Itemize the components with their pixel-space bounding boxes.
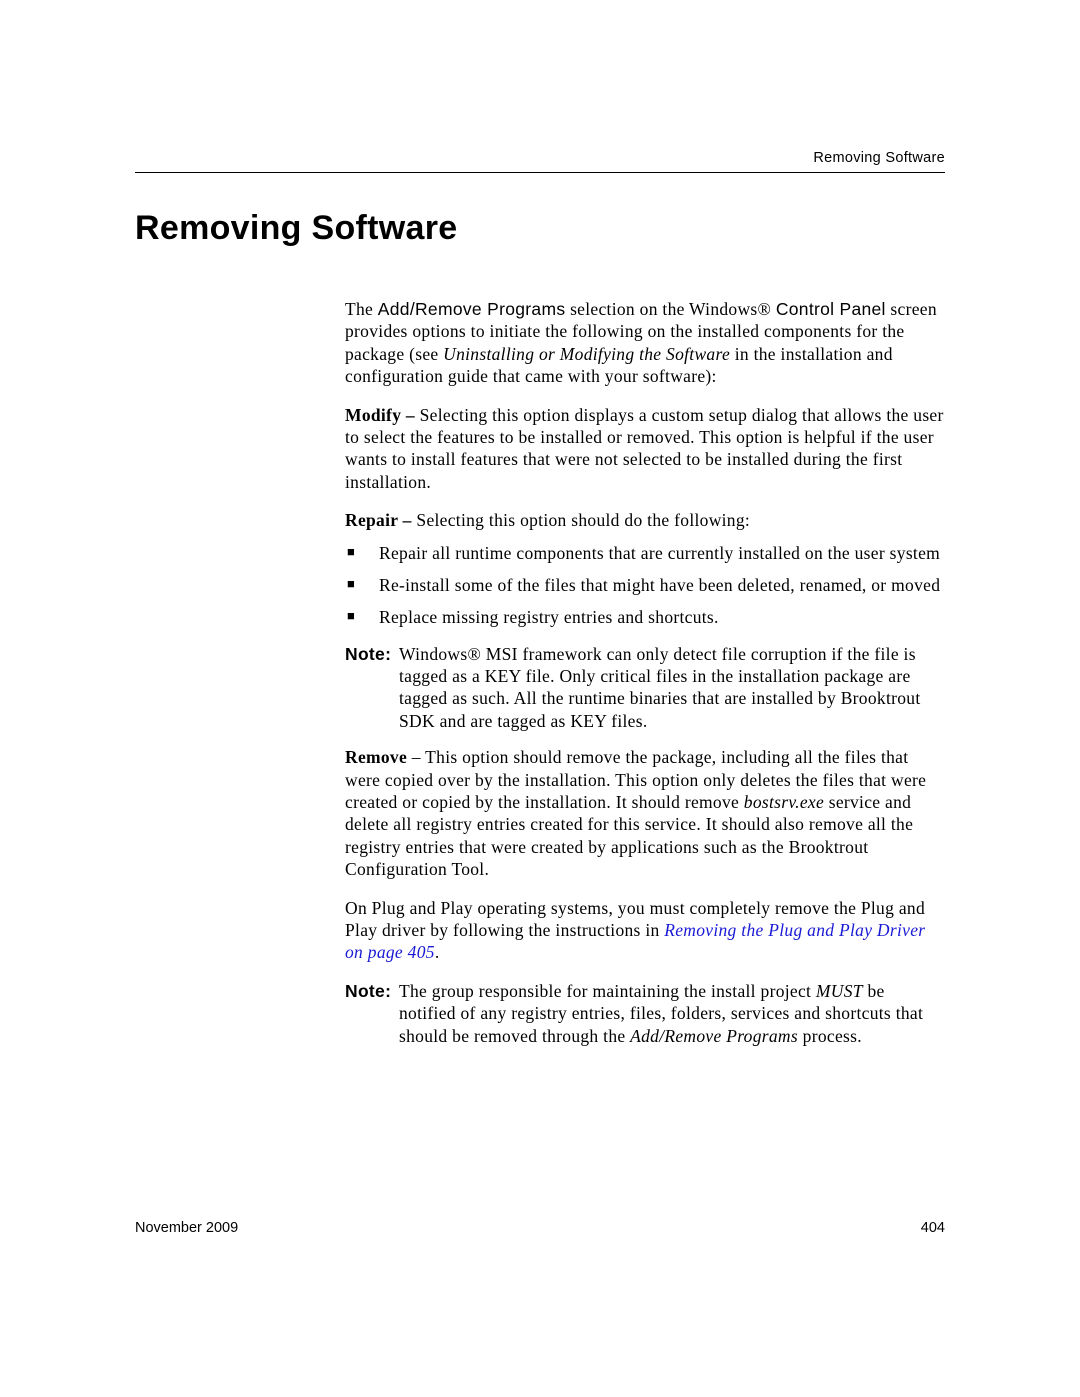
- note-block-1: Note: Windows® MSI framework can only de…: [345, 643, 945, 733]
- repair-label: Repair –: [345, 510, 412, 530]
- note2-proc: Add/Remove Programs: [630, 1026, 798, 1046]
- note-text: Windows® MSI framework can only detect f…: [399, 644, 921, 731]
- modify-text: Selecting this option displays a custom …: [345, 405, 944, 492]
- footer-page-number: 404: [921, 1220, 945, 1236]
- repair-text: Selecting this option should do the foll…: [412, 510, 750, 530]
- pnp-paragraph: On Plug and Play operating systems, you …: [345, 897, 945, 964]
- note2-text3: process.: [798, 1026, 862, 1046]
- remove-label: Remove: [345, 747, 407, 767]
- modify-paragraph: Modify – Selecting this option displays …: [345, 404, 945, 494]
- remove-dash: –: [407, 747, 425, 767]
- repair-list: Repair all runtime components that are c…: [345, 542, 945, 629]
- intro-controlpanel: Control Panel: [776, 299, 886, 319]
- list-item: Repair all runtime components that are c…: [345, 542, 945, 564]
- list-item: Re-install some of the files that might …: [345, 574, 945, 596]
- intro-ref: Uninstalling or Modifying the Software: [443, 344, 730, 364]
- list-item: Replace missing registry entries and sho…: [345, 606, 945, 628]
- intro-addremove: Add/Remove Programs: [378, 299, 566, 319]
- intro-text-mid: selection on the Windows®: [565, 299, 775, 319]
- note2-must: MUST: [816, 981, 863, 1001]
- footer-date: November 2009: [135, 1220, 238, 1236]
- page-title: Removing Software: [135, 209, 945, 248]
- intro-text-pre: The: [345, 299, 378, 319]
- note-label: Note:: [345, 980, 391, 1002]
- remove-exe: bostsrv.exe: [744, 792, 824, 812]
- note-block-2: Note: The group responsible for maintain…: [345, 980, 945, 1047]
- remove-paragraph: Remove – This option should remove the p…: [345, 746, 945, 880]
- page-footer: November 2009 404: [135, 1220, 945, 1236]
- page-content: Removing Software Removing Software The …: [135, 150, 945, 1061]
- note2-text1: The group responsible for maintaining th…: [399, 981, 816, 1001]
- running-header: Removing Software: [135, 150, 945, 173]
- pnp-text2: .: [435, 942, 440, 962]
- note-label: Note:: [345, 643, 391, 665]
- modify-label: Modify –: [345, 405, 415, 425]
- body-column: The Add/Remove Programs selection on the…: [345, 298, 945, 1047]
- repair-paragraph: Repair – Selecting this option should do…: [345, 509, 945, 531]
- intro-paragraph: The Add/Remove Programs selection on the…: [345, 298, 945, 388]
